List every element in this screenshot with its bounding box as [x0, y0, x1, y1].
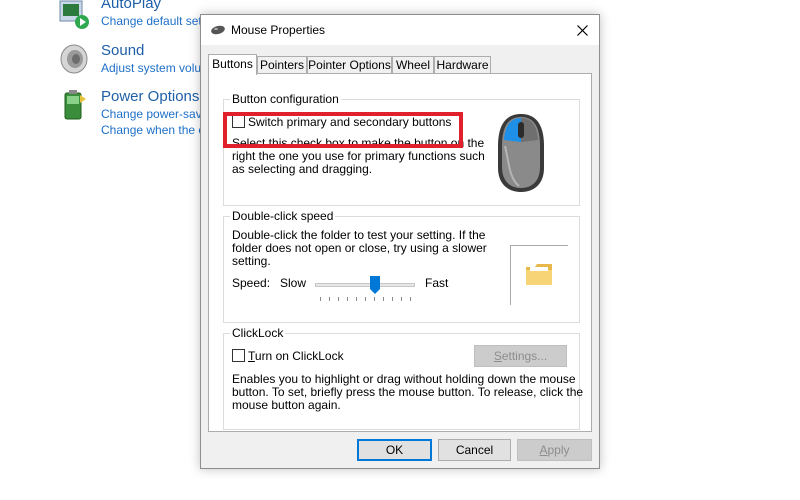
clicklock-settings-button[interactable]: Settings... [474, 345, 567, 367]
buttons-tab-page: Button configuration Switch primary and … [208, 73, 592, 432]
apply-button[interactable]: Apply [517, 439, 592, 461]
power-options-link-2[interactable]: Change when the computer sleeps [101, 122, 201, 138]
clicklock-description-3: mouse button again. [232, 398, 341, 412]
mouse-app-icon [211, 25, 225, 35]
autoplay-title[interactable]: AutoPlay [101, 0, 211, 13]
folder-icon [526, 264, 552, 285]
clicklock-checkbox[interactable] [232, 349, 245, 362]
tab-hardware[interactable]: Hardware [434, 56, 491, 74]
double-click-speed-label: Double-click speed [230, 208, 336, 224]
clicklock-label: ClickLock [230, 325, 286, 341]
tab-buttons[interactable]: Buttons [208, 54, 257, 75]
speaker-icon [60, 44, 88, 74]
sound-link[interactable]: Adjust system volume [101, 60, 201, 76]
autoplay-link[interactable]: Change default settings for media or dev… [101, 13, 211, 29]
autoplay-icon [59, 0, 89, 29]
speed-slider-tick [320, 297, 321, 301]
double-click-speed-group: Double-click speed Double-click the fold… [223, 208, 580, 323]
speed-slider-tick [410, 297, 411, 301]
speed-slider-tick [392, 297, 393, 301]
speed-label: Speed: [232, 276, 271, 290]
dialog-title: Mouse Properties [231, 23, 326, 37]
speed-slider-tick [374, 297, 375, 301]
speed-slider-track[interactable] [315, 283, 415, 287]
sound-title[interactable]: Sound [101, 41, 201, 60]
tab-pointer-options[interactable]: Pointer Options [307, 56, 392, 74]
close-button[interactable] [565, 15, 599, 45]
speed-slider-tick [347, 297, 348, 301]
cancel-button[interactable]: Cancel [438, 439, 511, 461]
tab-wheel[interactable]: Wheel [392, 56, 434, 74]
speed-slider-tick [356, 297, 357, 301]
slow-label: Slow [280, 276, 307, 290]
fast-label: Fast [425, 276, 449, 290]
power-options-title[interactable]: Power Options [101, 87, 201, 106]
tab-pointers[interactable]: Pointers [257, 56, 307, 74]
title-bar[interactable]: Mouse Properties [201, 15, 599, 45]
mouse-illustration-icon [498, 114, 544, 192]
button-configuration-label: Button configuration [230, 91, 341, 107]
clicklock-group: ClickLock Turn on ClickLock Settings... … [223, 325, 583, 430]
close-icon [576, 24, 588, 36]
mouse-properties-dialog: Mouse Properties Buttons Pointers Pointe… [200, 14, 600, 469]
highlight-box [223, 112, 463, 148]
test-folder-area[interactable] [510, 245, 568, 305]
double-click-description-3: setting. [232, 254, 271, 268]
ok-button[interactable]: OK [357, 439, 432, 461]
speed-slider-tick [365, 297, 366, 301]
speed-slider-tick [338, 297, 339, 301]
power-options-link-1[interactable]: Change power-saving settings [101, 106, 201, 122]
speed-slider-tick [401, 297, 402, 301]
battery-icon [64, 90, 86, 120]
speed-slider-thumb[interactable] [370, 276, 380, 294]
clicklock-checkbox-label[interactable]: Turn on ClickLock [248, 350, 344, 363]
speed-slider-tick [383, 297, 384, 301]
button-config-description-3: as selecting and dragging. [232, 162, 373, 176]
speed-slider-tick [329, 297, 330, 301]
